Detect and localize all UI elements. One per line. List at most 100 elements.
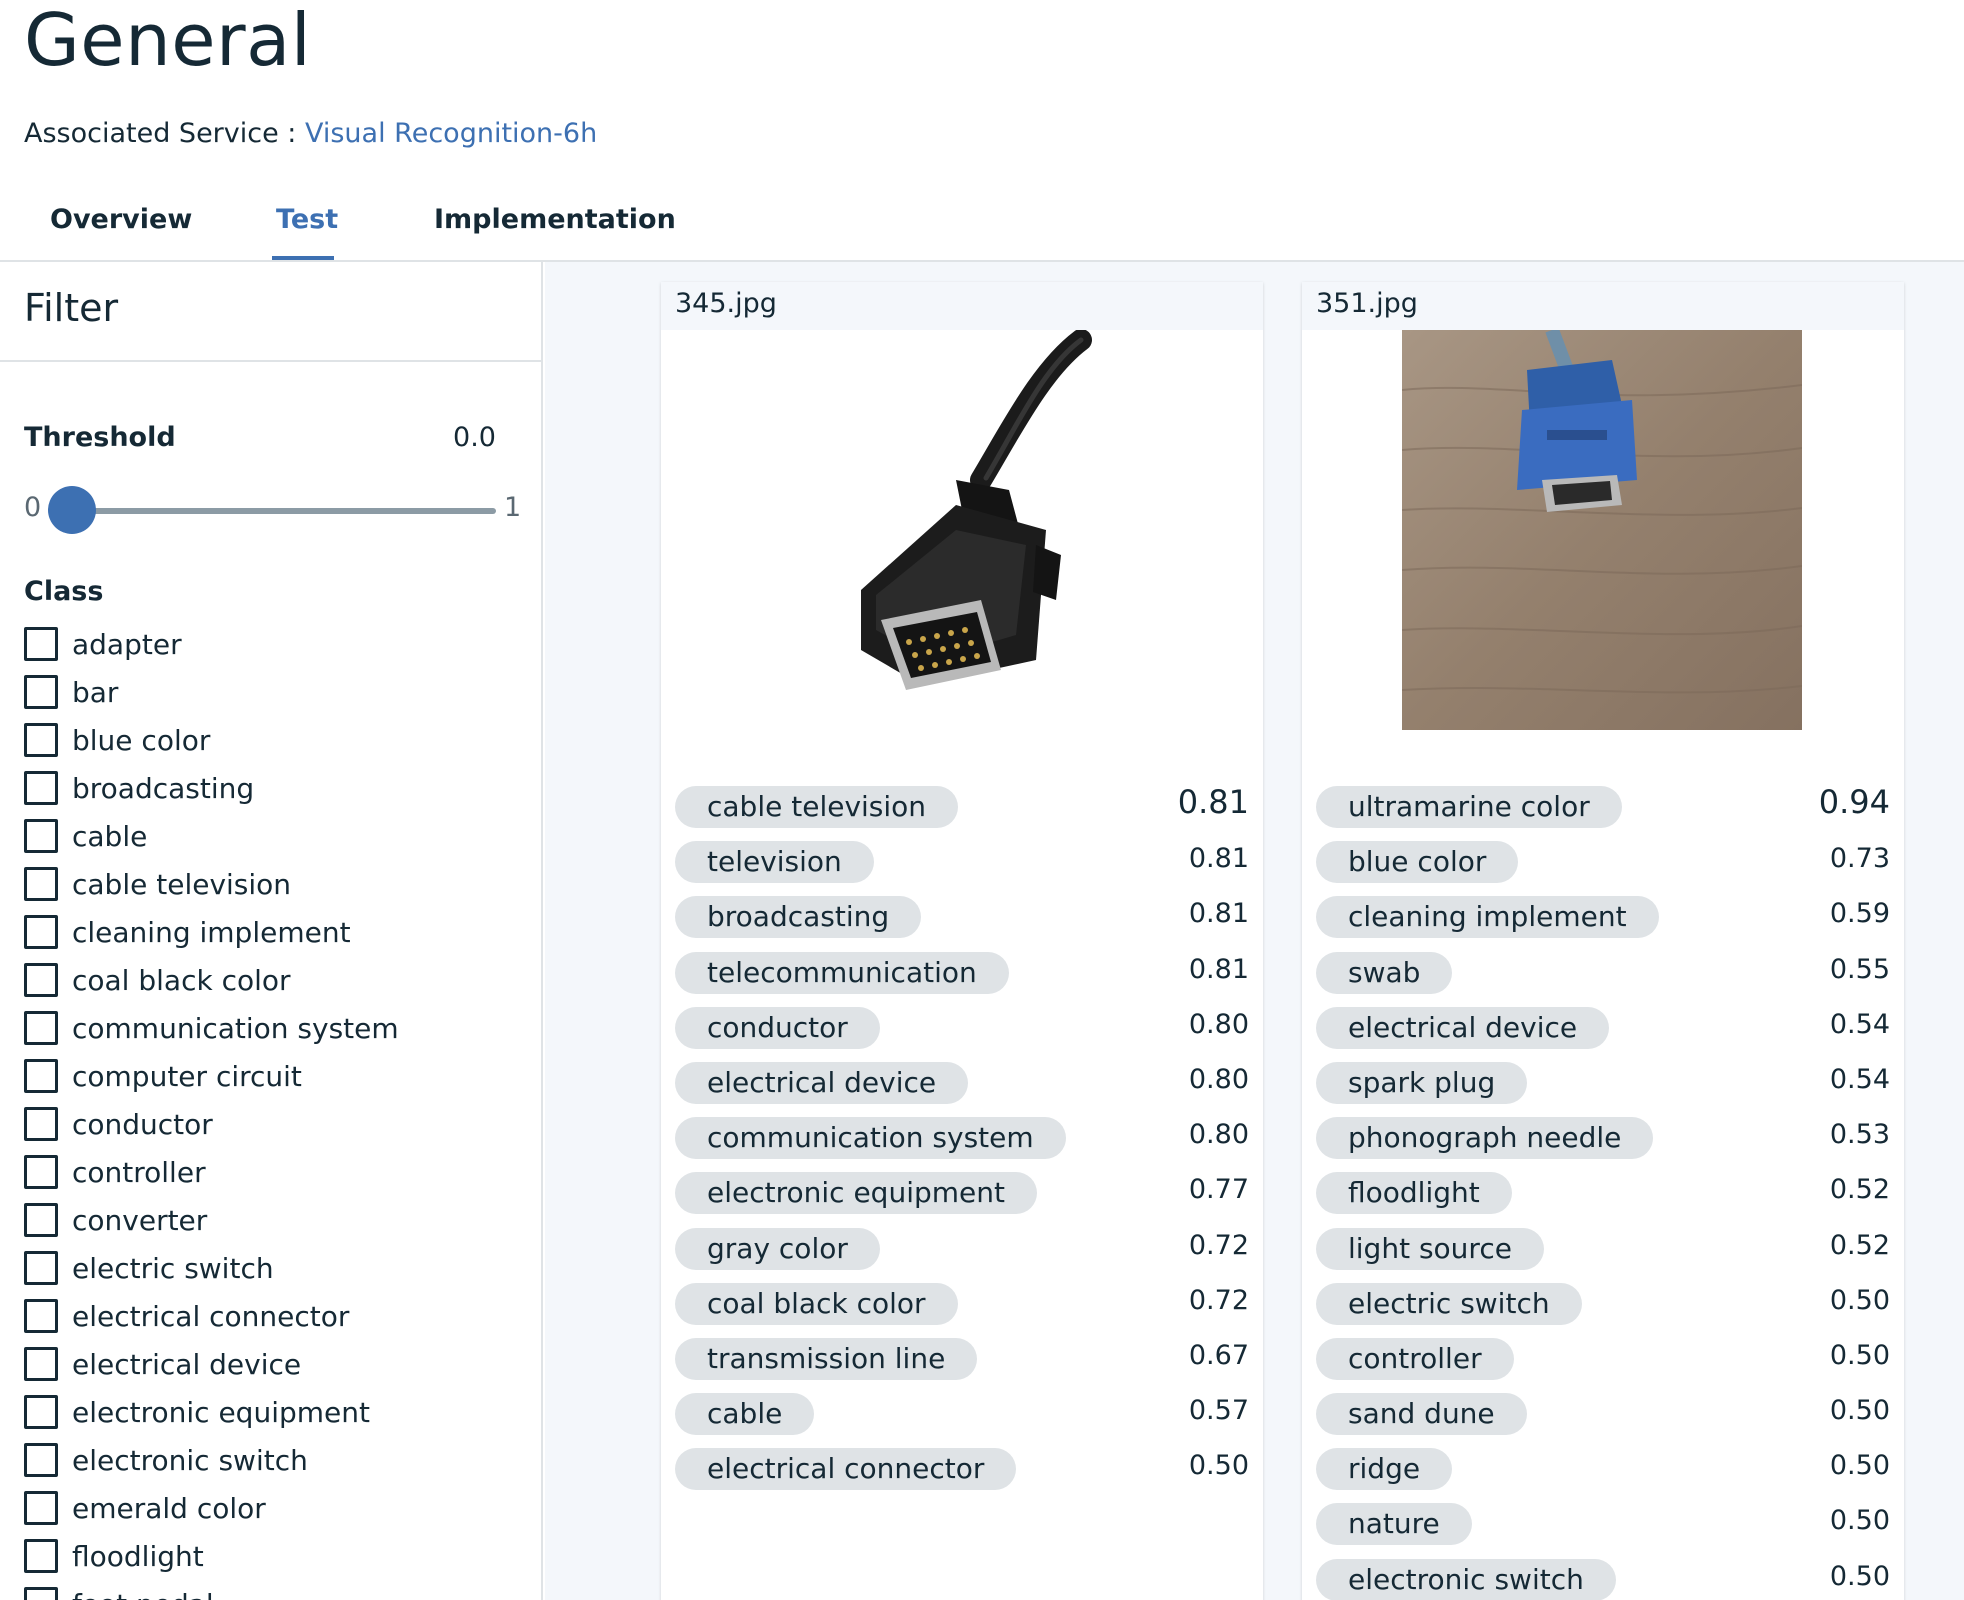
class-filter-item[interactable]: broadcasting: [24, 764, 524, 812]
class-tag[interactable]: cable: [675, 1393, 815, 1436]
class-tag[interactable]: electrical device: [675, 1061, 969, 1104]
class-tag[interactable]: electrical connector: [675, 1448, 1017, 1491]
class-tag[interactable]: cleaning implement: [1316, 896, 1659, 939]
associated-service-link[interactable]: Visual Recognition-6h: [305, 118, 597, 149]
confidence-score: 0.67: [1188, 1339, 1249, 1371]
class-tag[interactable]: coal black color: [675, 1282, 958, 1325]
class-checkbox[interactable]: [24, 867, 58, 901]
class-tag[interactable]: telecommunication: [675, 951, 1009, 994]
class-tag[interactable]: controller: [1316, 1337, 1514, 1380]
tab-implementation[interactable]: Implementation: [434, 200, 676, 260]
slider-thumb[interactable]: [48, 486, 96, 534]
vga-cable-blue-on-wood-image: [1401, 327, 1803, 730]
class-checkbox[interactable]: [24, 627, 58, 661]
class-filter-item[interactable]: converter: [24, 1196, 524, 1244]
result-row: sand dune 0.50: [1316, 1387, 1890, 1442]
class-label: communication system: [72, 1011, 399, 1045]
associated-service-line: Associated Service : Visual Recognition-…: [24, 118, 597, 149]
class-tag[interactable]: electrical device: [1316, 1006, 1610, 1049]
class-filter-item[interactable]: conductor: [24, 1100, 524, 1148]
class-label: computer circuit: [72, 1059, 302, 1093]
class-filter-item[interactable]: cable: [24, 812, 524, 860]
class-filter-item[interactable]: electronic equipment: [24, 1388, 524, 1436]
class-tag[interactable]: electronic equipment: [675, 1172, 1037, 1215]
class-checkbox[interactable]: [24, 1299, 58, 1333]
class-tag[interactable]: nature: [1316, 1503, 1472, 1546]
confidence-score: 0.72: [1188, 1284, 1249, 1316]
class-tag[interactable]: electric switch: [1316, 1282, 1582, 1325]
class-filter-item[interactable]: electrical connector: [24, 1292, 524, 1340]
class-checkbox[interactable]: [24, 1587, 58, 1600]
class-checkbox[interactable]: [24, 1059, 58, 1093]
class-tag[interactable]: broadcasting: [675, 896, 922, 939]
class-filter-item[interactable]: foot pedal: [24, 1580, 524, 1600]
class-filter-item[interactable]: controller: [24, 1148, 524, 1196]
class-tag[interactable]: ultramarine color: [1316, 786, 1622, 828]
class-label: cable television: [72, 867, 292, 901]
result-card: 345.jpg cable television 0.81 television 0.…: [661, 282, 1263, 1600]
class-checkbox[interactable]: [24, 963, 58, 997]
class-filter-item[interactable]: cable television: [24, 860, 524, 908]
slider-track[interactable]: [72, 508, 496, 514]
class-label: blue color: [72, 723, 211, 757]
confidence-score: 0.50: [1829, 1505, 1890, 1537]
class-tag[interactable]: light source: [1316, 1227, 1544, 1270]
class-tag[interactable]: transmission line: [675, 1337, 978, 1380]
class-tag[interactable]: communication system: [675, 1117, 1066, 1160]
class-checkbox[interactable]: [24, 1011, 58, 1045]
confidence-score: 0.81: [1188, 843, 1249, 875]
class-checkbox[interactable]: [24, 1251, 58, 1285]
class-checkbox[interactable]: [24, 675, 58, 709]
class-filter-item[interactable]: floodlight: [24, 1532, 524, 1580]
threshold-value: 0.0: [453, 422, 496, 453]
class-checkbox[interactable]: [24, 1203, 58, 1237]
result-row: swab 0.55: [1316, 946, 1890, 1001]
class-checkbox[interactable]: [24, 915, 58, 949]
class-filter-item[interactable]: emerald color: [24, 1484, 524, 1532]
result-card: 351.jpg ultramarine color 0.94 blue colo…: [1302, 282, 1904, 1600]
class-tag[interactable]: swab: [1316, 951, 1453, 994]
class-filter-item[interactable]: coal black color: [24, 956, 524, 1004]
threshold-slider[interactable]: 0 1: [24, 480, 522, 540]
class-filter-item[interactable]: computer circuit: [24, 1052, 524, 1100]
class-checkbox[interactable]: [24, 771, 58, 805]
class-tag[interactable]: ridge: [1316, 1448, 1453, 1491]
class-tag[interactable]: cable television: [675, 786, 959, 828]
class-label: broadcasting: [72, 771, 255, 805]
class-filter-item[interactable]: adapter: [24, 620, 524, 668]
class-checkbox[interactable]: [24, 1491, 58, 1525]
class-checkbox[interactable]: [24, 1395, 58, 1429]
class-filter-item[interactable]: cleaning implement: [24, 908, 524, 956]
tab-test[interactable]: Test: [272, 200, 338, 260]
class-filter-item[interactable]: electrical device: [24, 1340, 524, 1388]
class-tag[interactable]: spark plug: [1316, 1061, 1528, 1104]
tab-overview[interactable]: Overview: [50, 200, 192, 260]
confidence-score: 0.50: [1829, 1395, 1890, 1427]
result-row: broadcasting 0.81: [675, 890, 1249, 945]
confidence-score: 0.50: [1829, 1284, 1890, 1316]
class-tag[interactable]: television: [675, 841, 874, 884]
class-checkbox[interactable]: [24, 1539, 58, 1573]
class-tag[interactable]: phonograph needle: [1316, 1117, 1654, 1160]
class-checkbox[interactable]: [24, 1443, 58, 1477]
class-tag[interactable]: blue color: [1316, 841, 1519, 884]
class-label: adapter: [72, 627, 182, 661]
class-checkbox[interactable]: [24, 819, 58, 853]
class-filter-item[interactable]: electronic switch: [24, 1436, 524, 1484]
confidence-score: 0.54: [1829, 1008, 1890, 1040]
class-tag[interactable]: sand dune: [1316, 1393, 1527, 1436]
result-row: spark plug 0.54: [1316, 1056, 1890, 1111]
class-tag[interactable]: gray color: [675, 1227, 880, 1270]
class-filter-item[interactable]: electric switch: [24, 1244, 524, 1292]
class-checkbox[interactable]: [24, 1155, 58, 1189]
class-tag[interactable]: conductor: [675, 1006, 880, 1049]
class-tag[interactable]: floodlight: [1316, 1172, 1512, 1215]
class-filter-item[interactable]: communication system: [24, 1004, 524, 1052]
class-filter-item[interactable]: bar: [24, 668, 524, 716]
associated-service-label: Associated Service :: [24, 118, 305, 149]
class-tag[interactable]: electronic switch: [1316, 1558, 1616, 1600]
class-checkbox[interactable]: [24, 723, 58, 757]
class-filter-item[interactable]: blue color: [24, 716, 524, 764]
class-checkbox[interactable]: [24, 1347, 58, 1381]
class-checkbox[interactable]: [24, 1107, 58, 1141]
